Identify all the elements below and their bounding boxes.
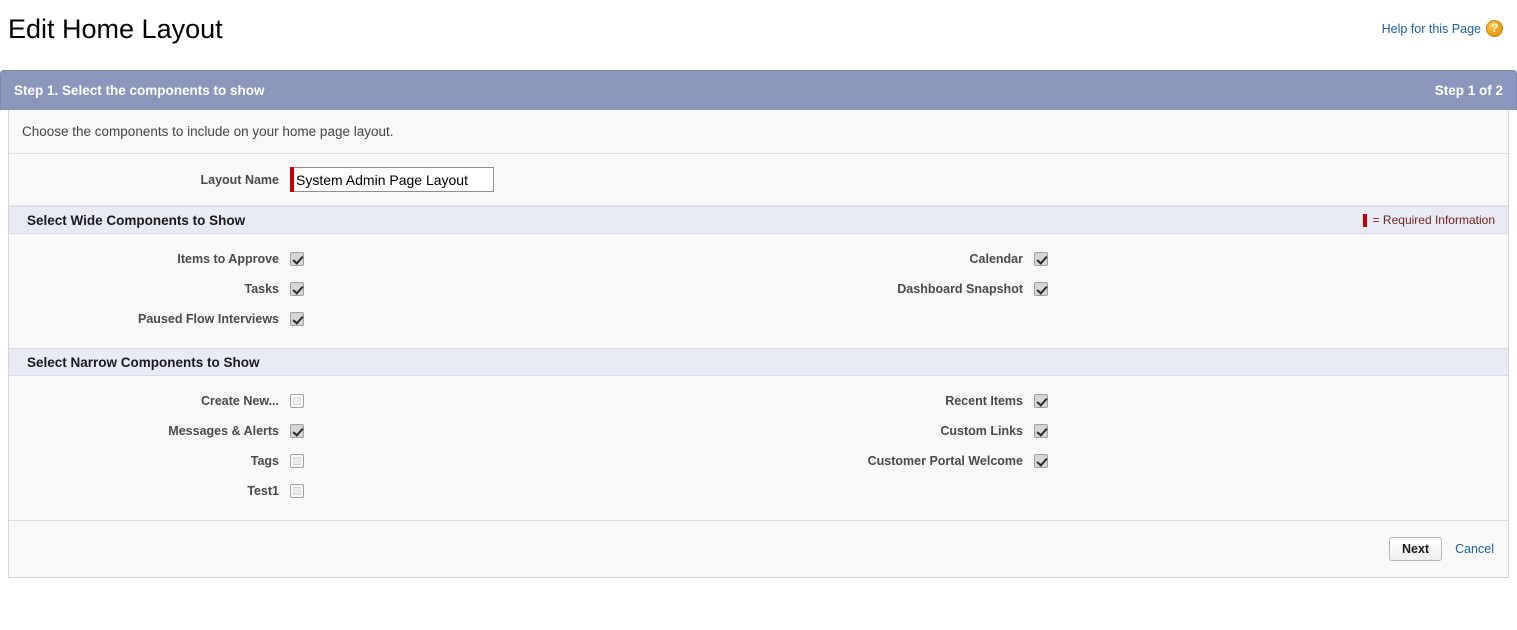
- panel-description: Choose the components to include on your…: [9, 110, 1508, 154]
- page-title: Edit Home Layout: [8, 14, 223, 44]
- component-left-cell: Messages & Alerts: [9, 424, 769, 438]
- component-left-cell: Tasks: [9, 282, 769, 296]
- component-left-cell: Test1: [9, 484, 769, 498]
- help-link-label[interactable]: Help for this Page: [1382, 22, 1481, 36]
- component-checkbox[interactable]: [290, 484, 304, 498]
- component-checkbox[interactable]: [290, 282, 304, 296]
- component-grid: Items to Approve Calendar Tasks Dashboard S…: [9, 234, 1508, 348]
- component-label: Test1: [247, 484, 279, 498]
- component-label: Dashboard Snapshot: [897, 282, 1023, 296]
- component-row: Create New... Recent Items: [9, 386, 1508, 416]
- component-checkbox[interactable]: [290, 252, 304, 266]
- section-title: Select Wide Components to Show: [27, 212, 246, 228]
- component-label: Customer Portal Welcome: [867, 454, 1023, 468]
- component-checkbox[interactable]: [290, 394, 304, 408]
- required-legend-bar-icon: [1362, 213, 1367, 227]
- component-checkbox[interactable]: [290, 312, 304, 326]
- component-right-cell: Customer Portal Welcome: [769, 454, 1048, 468]
- component-label: Calendar: [969, 252, 1024, 266]
- component-checkbox[interactable]: [290, 424, 304, 438]
- component-left-cell: Create New...: [9, 394, 769, 408]
- component-checkbox[interactable]: [1034, 394, 1048, 408]
- required-legend-label: = Required Information: [1372, 213, 1495, 227]
- component-label: Custom Links: [940, 424, 1023, 438]
- component-label: Tags: [250, 454, 279, 468]
- next-button[interactable]: Next: [1388, 537, 1443, 561]
- step-header-bar: Step 1. Select the components to show St…: [0, 70, 1517, 110]
- panel-body: Choose the components to include on your…: [8, 110, 1509, 578]
- page-header: Edit Home Layout Help for this Page ?: [0, 0, 1517, 70]
- component-right-cell: Dashboard Snapshot: [769, 282, 1048, 296]
- layout-name-input[interactable]: [294, 167, 494, 192]
- component-checkbox[interactable]: [1034, 424, 1048, 438]
- component-right-cell: Recent Items: [769, 394, 1048, 408]
- component-row: Items to Approve Calendar: [9, 244, 1508, 274]
- component-row: Messages & Alerts Custom Links: [9, 416, 1508, 446]
- component-checkbox[interactable]: [1034, 252, 1048, 266]
- step-counter: Step 1 of 2: [1434, 83, 1503, 98]
- component-label: Items to Approve: [177, 252, 279, 266]
- component-label: Recent Items: [945, 394, 1023, 408]
- component-checkbox[interactable]: [1034, 454, 1048, 468]
- section-header: Select Narrow Components to Show: [9, 348, 1508, 376]
- component-left-cell: Items to Approve: [9, 252, 769, 266]
- section-header: Select Wide Components to Show = Required…: [9, 206, 1508, 234]
- component-row: Paused Flow Interviews: [9, 304, 1508, 334]
- section-title: Select Narrow Components to Show: [27, 354, 260, 370]
- component-row: Tasks Dashboard Snapshot: [9, 274, 1508, 304]
- component-left-cell: Paused Flow Interviews: [9, 312, 769, 326]
- step-title: Step 1. Select the components to show: [14, 83, 265, 98]
- question-mark-circle-icon[interactable]: ?: [1486, 20, 1503, 37]
- component-row: Tags Customer Portal Welcome: [9, 446, 1508, 476]
- component-sections: Select Wide Components to Show = Required…: [9, 206, 1508, 520]
- panel-footer: Next Cancel: [9, 521, 1508, 577]
- component-right-cell: Calendar: [769, 252, 1048, 266]
- component-right-cell: Custom Links: [769, 424, 1048, 438]
- layout-name-row: Layout Name: [9, 154, 1508, 206]
- required-information-legend: = Required Information: [1362, 213, 1495, 227]
- component-label: Tasks: [244, 282, 279, 296]
- edit-layout-panel: Step 1. Select the components to show St…: [0, 70, 1517, 578]
- component-checkbox[interactable]: [290, 454, 304, 468]
- component-row: Test1: [9, 476, 1508, 506]
- component-grid: Create New... Recent Items Messages & Aler…: [9, 376, 1508, 520]
- component-label: Paused Flow Interviews: [137, 312, 279, 326]
- cancel-link[interactable]: Cancel: [1455, 542, 1494, 556]
- help-for-this-page[interactable]: Help for this Page ?: [1382, 20, 1503, 37]
- component-label: Messages & Alerts: [168, 424, 279, 438]
- layout-name-label: Layout Name: [200, 172, 280, 187]
- component-checkbox[interactable]: [1034, 282, 1048, 296]
- component-left-cell: Tags: [9, 454, 769, 468]
- component-label: Create New...: [200, 394, 279, 408]
